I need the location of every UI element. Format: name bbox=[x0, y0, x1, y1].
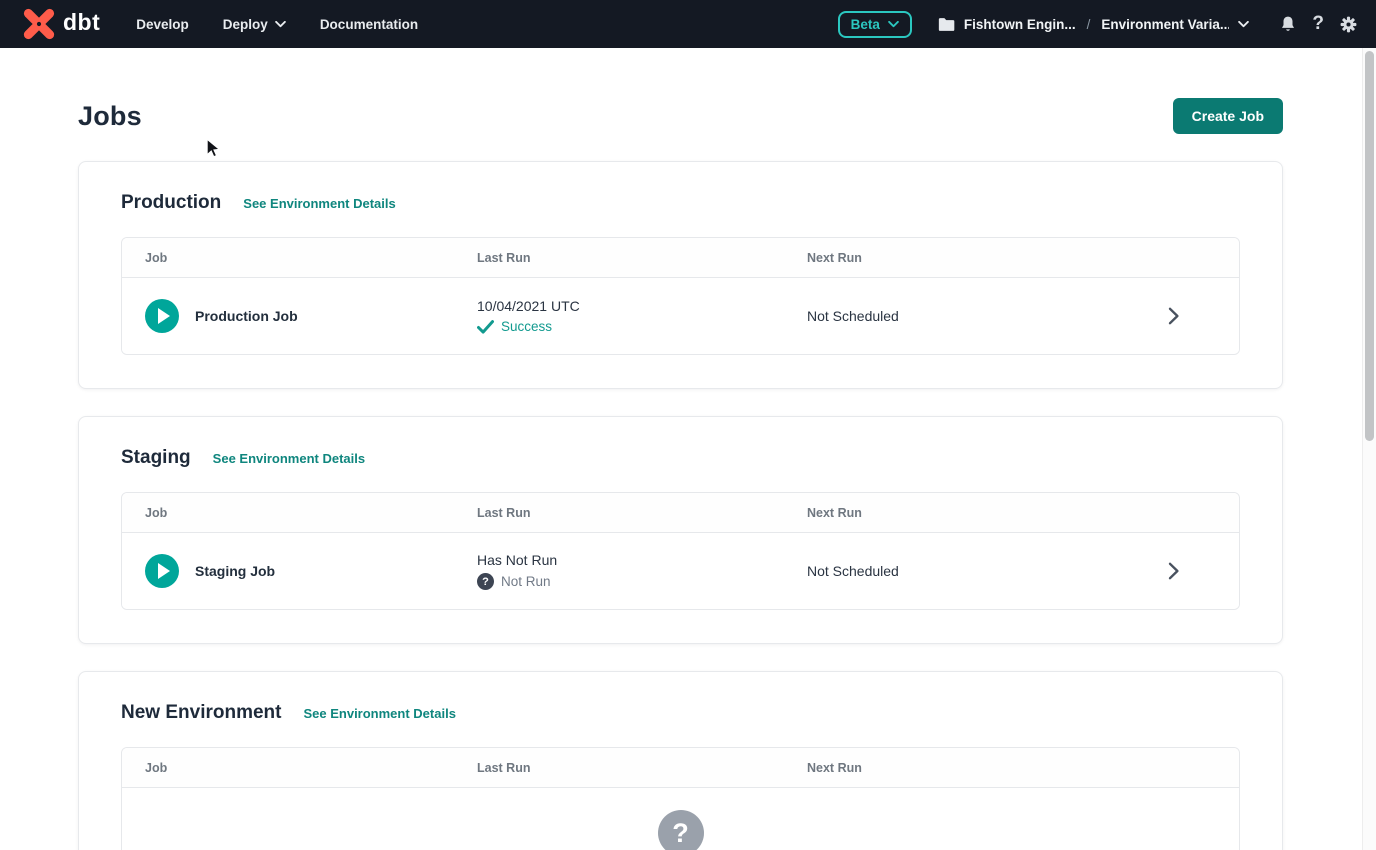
environment-card-new-environment: New Environment See Environment Details … bbox=[78, 671, 1283, 850]
column-header-last-run: Last Run bbox=[477, 761, 807, 775]
see-environment-details-link[interactable]: See Environment Details bbox=[303, 706, 455, 721]
next-run-cell: Not Scheduled bbox=[807, 308, 1109, 324]
jobs-table-header: Job Last Run Next Run bbox=[122, 748, 1239, 788]
jobs-table: Job Last Run Next Run Production Job 10/… bbox=[121, 237, 1240, 355]
last-run-cell: 10/04/2021 UTC Success bbox=[477, 298, 807, 334]
jobs-table: Job Last Run Next Run Staging Job Has No… bbox=[121, 492, 1240, 610]
chevron-down-icon bbox=[1238, 21, 1249, 28]
check-icon bbox=[477, 320, 494, 334]
help-button[interactable]: ? bbox=[1312, 13, 1324, 35]
column-header-job: Job bbox=[145, 506, 477, 520]
dbt-wordmark: dbt bbox=[63, 11, 100, 37]
topbar-icon-group: ? bbox=[1279, 13, 1358, 35]
vertical-scrollbar-track[interactable] bbox=[1362, 48, 1376, 850]
environment-card-production: Production See Environment Details Job L… bbox=[78, 161, 1283, 389]
nav-deploy-label: Deploy bbox=[223, 17, 268, 32]
job-cell: Staging Job bbox=[145, 554, 477, 588]
breadcrumb-separator: / bbox=[1085, 17, 1093, 32]
primary-nav: Develop Deploy Documentation bbox=[136, 17, 418, 32]
jobs-table-header: Job Last Run Next Run bbox=[122, 238, 1239, 278]
chevron-right-icon bbox=[1167, 562, 1181, 580]
dbt-logo[interactable]: dbt bbox=[22, 7, 100, 41]
breadcrumb[interactable]: Fishtown Engin... / Environment Varia... bbox=[938, 17, 1250, 32]
column-header-next-run: Next Run bbox=[807, 506, 1109, 520]
question-mark-icon: ? bbox=[1312, 13, 1324, 35]
topbar-right-cluster: Beta Fishtown Engin... / Environment Var… bbox=[838, 11, 1358, 38]
create-job-button[interactable]: Create Job bbox=[1173, 98, 1283, 134]
environment-card-header: Staging See Environment Details bbox=[121, 447, 1240, 469]
status-text: Not Run bbox=[501, 574, 551, 589]
gear-icon bbox=[1339, 15, 1358, 34]
environment-name: Production bbox=[121, 192, 221, 214]
last-run-status: ? Not Run bbox=[477, 573, 807, 590]
job-cell: Production Job bbox=[145, 299, 477, 333]
breadcrumb-account: Fishtown Engin... bbox=[964, 17, 1076, 32]
beta-label: Beta bbox=[851, 17, 880, 32]
chevron-down-icon bbox=[888, 21, 899, 28]
nav-develop[interactable]: Develop bbox=[136, 17, 189, 32]
breadcrumb-project: Environment Varia... bbox=[1101, 17, 1229, 32]
chevron-right-icon bbox=[1167, 307, 1181, 325]
question-circle-icon: ? bbox=[658, 810, 704, 850]
job-row-staging-job[interactable]: Staging Job Has Not Run ? Not Run Not Sc… bbox=[122, 533, 1239, 609]
job-row-production-job[interactable]: Production Job 10/04/2021 UTC Success No… bbox=[122, 278, 1239, 354]
see-environment-details-link[interactable]: See Environment Details bbox=[243, 196, 395, 211]
nav-documentation-label: Documentation bbox=[320, 17, 418, 32]
row-chevron-cell bbox=[1109, 562, 1239, 580]
jobs-page: Jobs Create Job Production See Environme… bbox=[0, 98, 1376, 850]
column-header-next-run: Next Run bbox=[807, 251, 1109, 265]
top-navigation-bar: dbt Develop Deploy Documentation Beta Fi… bbox=[0, 0, 1376, 48]
bell-icon bbox=[1279, 15, 1297, 34]
last-run-status: Success bbox=[477, 319, 807, 334]
column-header-next-run: Next Run bbox=[807, 761, 1109, 775]
column-header-last-run: Last Run bbox=[477, 506, 807, 520]
see-environment-details-link[interactable]: See Environment Details bbox=[213, 451, 365, 466]
folder-icon bbox=[938, 17, 955, 32]
dbt-logo-icon bbox=[22, 7, 56, 41]
nav-deploy[interactable]: Deploy bbox=[223, 17, 286, 32]
notifications-button[interactable] bbox=[1279, 15, 1297, 34]
nav-documentation[interactable]: Documentation bbox=[320, 17, 418, 32]
chevron-down-icon bbox=[275, 21, 286, 28]
column-header-last-run: Last Run bbox=[477, 251, 807, 265]
last-run-date: 10/04/2021 UTC bbox=[477, 298, 807, 314]
last-run-date: Has Not Run bbox=[477, 552, 807, 568]
question-circle-icon: ? bbox=[477, 573, 494, 590]
page-header-row: Jobs Create Job bbox=[78, 98, 1283, 134]
environment-name: New Environment bbox=[121, 702, 281, 724]
environment-name: Staging bbox=[121, 447, 191, 469]
jobs-table-header: Job Last Run Next Run bbox=[122, 493, 1239, 533]
column-header-job: Job bbox=[145, 761, 477, 775]
empty-jobs-state: ? bbox=[122, 788, 1239, 850]
environment-card-header: Production See Environment Details bbox=[121, 192, 1240, 214]
last-run-cell: Has Not Run ? Not Run bbox=[477, 552, 807, 590]
job-name: Production Job bbox=[195, 308, 298, 324]
next-run-cell: Not Scheduled bbox=[807, 563, 1109, 579]
beta-dropdown[interactable]: Beta bbox=[838, 11, 912, 38]
settings-button[interactable] bbox=[1339, 15, 1358, 34]
vertical-scrollbar-thumb[interactable] bbox=[1365, 51, 1374, 441]
jobs-table: Job Last Run Next Run ? bbox=[121, 747, 1240, 850]
environment-card-header: New Environment See Environment Details bbox=[121, 702, 1240, 724]
run-job-play-button[interactable] bbox=[145, 299, 179, 333]
column-header-job: Job bbox=[145, 251, 477, 265]
run-job-play-button[interactable] bbox=[145, 554, 179, 588]
page-title: Jobs bbox=[78, 101, 142, 132]
environment-card-staging: Staging See Environment Details Job Last… bbox=[78, 416, 1283, 644]
row-chevron-cell bbox=[1109, 307, 1239, 325]
job-name: Staging Job bbox=[195, 563, 275, 579]
nav-develop-label: Develop bbox=[136, 17, 189, 32]
status-text: Success bbox=[501, 319, 552, 334]
